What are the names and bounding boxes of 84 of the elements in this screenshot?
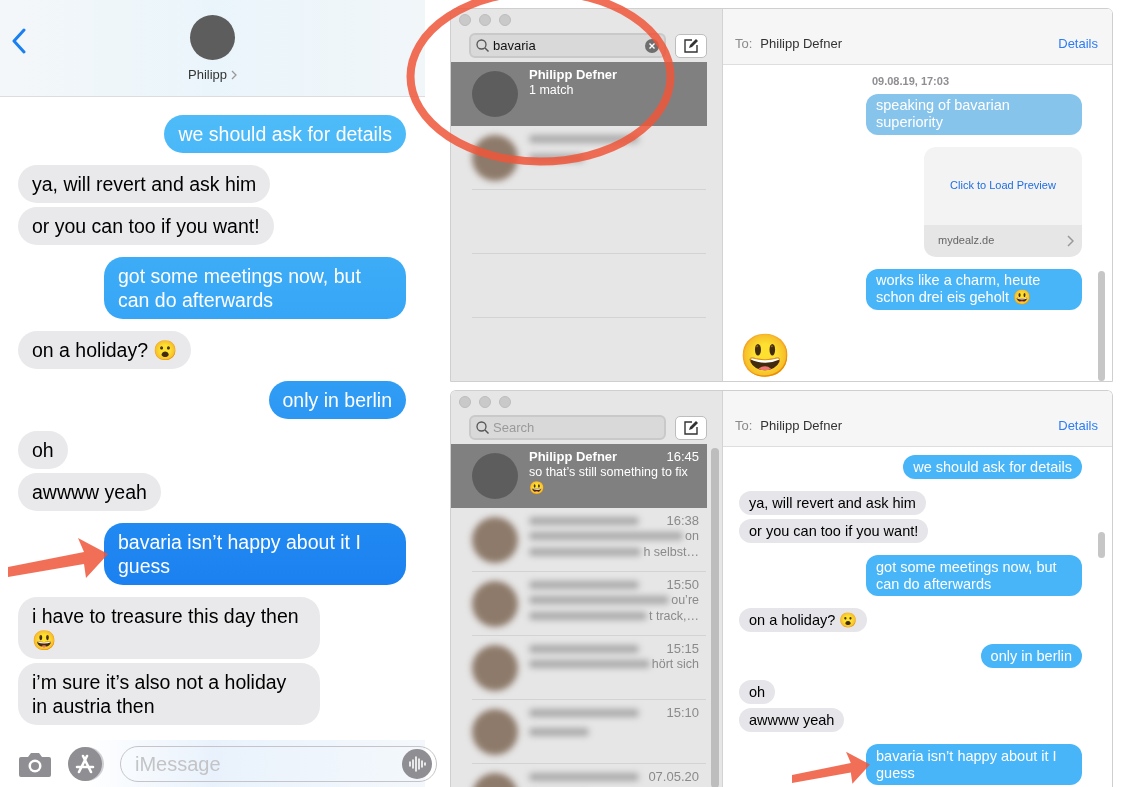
message-bubble: i’m sure it’s also not a holiday in austria then [18,663,320,725]
avatar-placeholder [472,709,518,755]
details-link[interactable]: Details [1058,415,1098,435]
message-bubble: ya, will revert and ask him [739,491,926,515]
avatar-placeholder[interactable] [190,15,235,61]
avatar-placeholder [472,71,518,117]
message-time: 16:45 [666,450,699,464]
message-preview: on [685,528,699,544]
message-bubble: awwww yeah [18,473,161,511]
site-name: mydealz.de [938,233,995,249]
message-time: 07.05.20 [648,770,699,784]
message-bubble: we should ask for details [903,455,1082,479]
blurred-text [529,728,589,736]
message-preview: so that’s still something to fix [529,464,688,480]
scrollbar-thumb[interactable] [711,448,719,787]
clear-icon[interactable] [645,38,659,53]
timestamp: 09.08.19, 17:03 [871,74,950,89]
scrollbar-thumb[interactable] [1098,271,1105,381]
search-field[interactable]: Search [493,417,659,438]
avatar-placeholder [472,517,518,563]
link-preview-card[interactable]: Click to Load Preview mydealz.de [924,146,1082,257]
compose-button[interactable] [675,415,707,440]
message-bubble: on a holiday? 😮 [18,331,192,369]
message-preview: ou’re [671,592,699,608]
search-box[interactable]: Search [469,415,666,440]
message-bubble: only in berlin [268,381,406,419]
message-preview: 😃 [529,480,545,496]
search-box[interactable]: bavaria [469,33,666,58]
message-bubble: i have to treasure this day then 😃 [18,597,320,659]
message-bubble: or you can too if you want! [18,207,274,245]
message-bubble: bavaria isn’t happy about it I guess [104,523,406,585]
message-time: 15:50 [666,578,699,592]
avatar-placeholder [472,581,518,627]
conversation-row[interactable]: Philipp Defner 16:45 so that’s still something to fix 😃 [451,444,707,508]
message-bubble: on a holiday? 😮 [739,608,868,632]
message-bubble: oh [739,680,776,704]
message-bubble: got some meetings now, but can do afterwards [866,555,1082,596]
to-label: To: [735,34,753,53]
chevron-icon [231,70,237,80]
conversation-row[interactable]: 15:50 ou’re t track,… [451,572,707,636]
compose-icon [683,37,699,54]
message-time: 15:10 [666,706,699,720]
message-bubble: only in berlin [980,644,1082,668]
message-bubble: ya, will revert and ask him [18,165,271,203]
app-store-icon[interactable] [66,745,106,782]
recipient-name: Philipp Defner [760,416,842,435]
conversation-row[interactable]: 15:15 hört sich [451,636,707,700]
search-icon [476,39,489,52]
message-time: 16:38 [666,514,699,528]
conversation-row[interactable]: Philipp Defner 1 match [451,62,707,126]
recipient-name: Philipp Defner [760,34,842,53]
search-icon [476,421,489,434]
details-link[interactable]: Details [1058,33,1098,53]
compose-button[interactable] [675,33,707,58]
emoji: 😃 [739,331,791,380]
message-bubble: bavaria isn’t happy about it I guess [866,744,1082,785]
message-bubble: we should ask for details [164,115,406,153]
conversation-row[interactable]: 16:38 on h selbst… [451,508,707,572]
conversation-row[interactable]: 07.05.20 [451,764,707,787]
avatar-placeholder [472,645,518,691]
contact-name[interactable]: Philipp [188,65,237,85]
chevron-icon [1067,234,1074,247]
conversation-row[interactable]: 15:10 [451,700,707,764]
load-preview-link[interactable]: Click to Load Preview [924,146,1082,225]
message-preview: t track,… [649,608,699,624]
message-time: 15:15 [666,642,699,656]
compose-icon [683,419,699,436]
message-preview: hört sich [651,656,699,672]
message-bubble: or you can too if you want! [739,519,929,543]
message-preview: 1 match [529,82,574,98]
message-preview: h selbst… [643,544,699,560]
to-label: To: [735,416,753,435]
search-field[interactable]: bavaria [493,35,641,56]
message-bubble: got some meetings now, but can do afterwards [104,257,406,319]
contact-name: Philipp Defner [529,68,618,82]
message-bubble: speaking of bavarian superiority [866,93,1082,135]
contact-name: Philipp Defner [529,450,618,464]
message-bubble: works like a charm, heute schon drei eis geholt 😃 [866,268,1082,310]
message-bubble: oh [18,431,68,469]
back-icon[interactable] [12,27,26,54]
message-bubble: awwww yeah [739,708,845,732]
audio-waveform-icon[interactable] [402,748,432,779]
scrollbar-thumb[interactable] [1098,532,1105,558]
avatar-placeholder [472,453,518,499]
